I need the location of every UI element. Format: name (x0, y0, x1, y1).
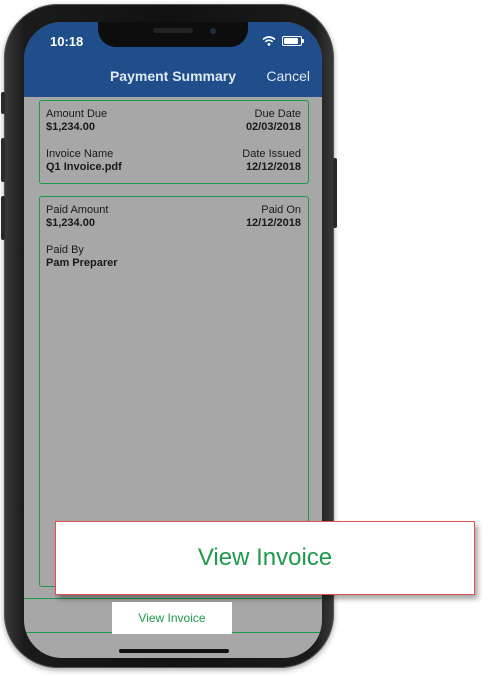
paid-amount-label: Paid Amount (46, 204, 109, 216)
view-invoice-button[interactable]: View Invoice (112, 602, 232, 634)
status-icons (262, 36, 304, 46)
wifi-icon (262, 36, 276, 46)
due-date-label: Due Date (254, 108, 301, 120)
due-date-field: Due Date 02/03/2018 (246, 108, 301, 134)
due-date-value: 02/03/2018 (245, 121, 301, 133)
status-time: 10:18 (50, 34, 84, 49)
home-indicator (119, 649, 229, 653)
date-issued-label: Date Issued (242, 148, 301, 160)
volume-up-button (1, 138, 5, 182)
paid-by-label: Paid By (46, 244, 84, 256)
battery-icon (282, 36, 304, 46)
amount-due-value: $1,234.00 (46, 121, 95, 133)
paid-by-field: Paid By Pam Preparer (46, 244, 118, 270)
notch (98, 22, 248, 47)
invoice-name-field: Invoice Name Q1 Invoice.pdf (46, 148, 122, 174)
camera-icon (210, 28, 216, 34)
paid-on-value: 12/12/2018 (245, 217, 301, 229)
speaker-grille (153, 28, 193, 33)
paid-amount-value: $1,234.00 (46, 217, 95, 229)
invoice-name-label: Invoice Name (46, 148, 114, 160)
paid-on-label: Paid On (261, 204, 301, 216)
view-invoice-callout[interactable]: View Invoice (55, 521, 475, 595)
invoice-details-card: Amount Due $1,234.00 Due Date 02/03/2018… (39, 100, 309, 184)
cancel-button[interactable]: Cancel (266, 68, 310, 84)
paid-by-value: Pam Preparer (46, 257, 118, 269)
power-button (333, 158, 337, 228)
amount-due-field: Amount Due $1,234.00 (46, 108, 107, 134)
amount-due-label: Amount Due (46, 108, 108, 120)
paid-amount-field: Paid Amount $1,234.00 (46, 204, 108, 230)
volume-down-button (1, 196, 5, 240)
date-issued-value: 12/12/2018 (245, 161, 301, 173)
paid-on-field: Paid On 12/12/2018 (246, 204, 301, 230)
date-issued-field: Date Issued 12/12/2018 (242, 148, 301, 174)
divider (24, 598, 322, 599)
silent-switch (1, 92, 5, 114)
invoice-name-value: Q1 Invoice.pdf (46, 161, 122, 173)
